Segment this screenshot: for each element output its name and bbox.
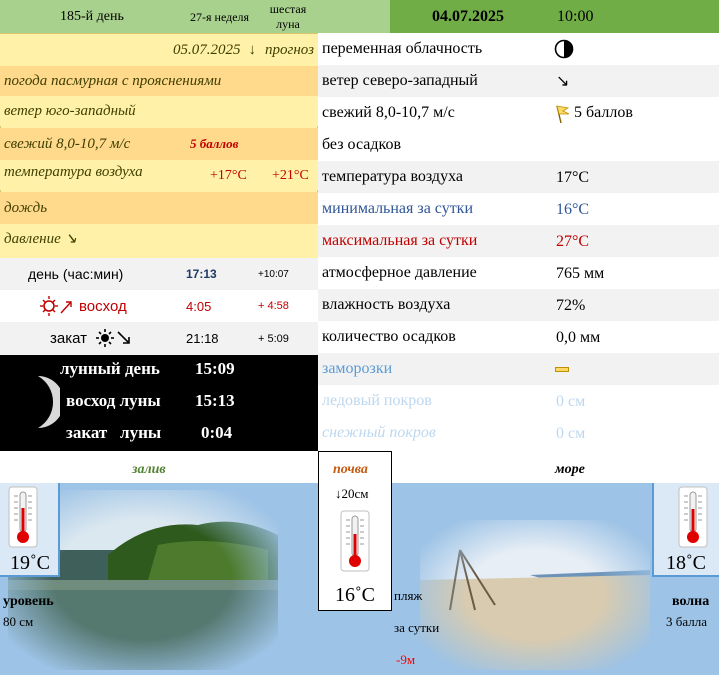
bay-label: залив: [132, 462, 166, 477]
moonset-value: 0:04: [201, 423, 233, 442]
moon-phase: шестая луна: [269, 2, 307, 31]
sunset-time: 21:18: [186, 331, 219, 346]
beach-period: за сутки: [394, 620, 440, 635]
forecast-temp-row: температура воздуха: [0, 160, 318, 190]
forecast-temp-low: +17°С: [210, 168, 247, 183]
sunrise-delta: + 4:58: [258, 300, 289, 312]
soil-thermometer-icon: [340, 510, 370, 577]
sunrise-icon: [40, 294, 74, 319]
current-row-wind-strength: свежий 8,0-10,7 м/с 5 баллов: [318, 97, 719, 129]
moonrise-value: 15:13: [195, 391, 235, 410]
forecast-wind-strength-row: свежий 8,0-10,7 м/с: [0, 128, 318, 160]
current-row-max: максимальная за сутки 27°С: [318, 225, 719, 257]
forecast-wind-score: 5 баллов: [190, 136, 239, 151]
wind-score-value: 5 баллов: [574, 104, 633, 121]
flag-icon: [554, 104, 572, 129]
moonrise-label: восход луны: [66, 391, 161, 410]
beach-label: пляж: [394, 588, 423, 603]
sunset-icon: [95, 326, 133, 353]
forecast-weather: погода пасмурная с прояснениями: [0, 66, 318, 96]
sunrise-row: восход 4:05 + 4:58: [0, 290, 318, 322]
sunrise-label: восход: [79, 297, 127, 315]
current-row-min: минимальная за сутки 16°С: [318, 193, 719, 225]
current-row-temp: температура воздуха 17°С: [318, 161, 719, 193]
current-row-pressure: атмосферное давление 765 мм: [318, 257, 719, 289]
current-row-rainfall: количество осадков 0,0 мм: [318, 321, 719, 353]
current-row-humidity: влажность воздуха 72%: [318, 289, 719, 321]
beach-photo: [420, 520, 650, 670]
current-row-cloud: переменная облачность: [318, 33, 719, 65]
forecast-wind: ветер юго-западный: [0, 96, 318, 126]
wind-strength-label: свежий 8,0-10,7 м/с: [322, 104, 455, 121]
sunrise-time: 4:05: [186, 298, 212, 314]
forecast-date: 05.07.2025: [173, 41, 241, 58]
bay-thermometer-icon: [8, 486, 38, 553]
current-row-frost: заморозки: [318, 353, 719, 385]
sea-thermometer-icon: [678, 486, 708, 553]
moonset-label: закат луны: [66, 423, 162, 442]
ice-value: 0 см: [556, 393, 586, 410]
pressure-label: атмосферное давление: [322, 264, 477, 281]
humidity-label: влажность воздуха: [322, 296, 451, 313]
moon-day-value: 15:09: [195, 359, 235, 378]
cloud-label: переменная облачность: [322, 40, 483, 57]
sea-label: море: [555, 462, 585, 477]
forecast-temp-high: +21°С: [272, 168, 309, 183]
sunset-row: закат 21:18 + 5:09: [0, 322, 318, 355]
beach-change: -9м: [396, 652, 416, 667]
soil-depth: ↓20см: [335, 486, 369, 501]
wind-direction-label: ветер северо-западный: [322, 72, 478, 89]
temp-label: температура воздуха: [322, 168, 463, 185]
rainfall-value: 0,0 мм: [556, 329, 601, 346]
soil-label: почва: [333, 462, 368, 477]
wave-value: 3 балла: [666, 614, 707, 629]
soil-temp-value: 16˚С: [335, 584, 375, 606]
current-row-precip: без осадков: [318, 129, 719, 161]
pressure-value: 765 мм: [556, 265, 605, 282]
humidity-value: 72%: [556, 297, 586, 314]
sunset-label: закат: [50, 330, 87, 347]
down-arrow-icon: ↓: [248, 41, 257, 58]
day-length-row: день (час:мин) 17:13 +10:07: [0, 258, 318, 290]
forecast-precip: дождь: [0, 192, 318, 224]
forecast-wind-strength: свежий 8,0-10,7 м/с: [4, 135, 131, 152]
max-temp-label: максимальная за сутки: [322, 232, 478, 249]
rainfall-label: количество осадков: [322, 328, 456, 345]
wave-label: волна: [672, 594, 710, 609]
day-length-label: день (час:мин): [28, 266, 124, 282]
wind-arrow-icon: ↘: [556, 73, 570, 90]
level-label: уровень: [3, 594, 54, 609]
sunset-delta: + 5:09: [258, 332, 289, 345]
crescent-moon-icon: [30, 372, 64, 437]
forecast-label: прогноз: [265, 42, 314, 58]
forecast-temp-label: температура воздуха: [4, 164, 143, 180]
current-time: 10:00: [557, 8, 594, 25]
current-row-ice: ледовый покров 0 см: [318, 385, 719, 417]
snow-value: 0 см: [556, 425, 586, 442]
day-of-year: 185-й день: [60, 9, 124, 24]
frost-label: заморозки: [322, 360, 393, 377]
current-row-wind: ветер северо-западный ↘: [318, 65, 719, 97]
snow-label: снежный покров: [322, 424, 436, 441]
temp-value: 17°С: [556, 169, 590, 186]
min-temp-label: минимальная за сутки: [322, 200, 474, 217]
min-temp-value: 16°С: [556, 201, 590, 218]
sea-temp-value: 18˚С: [666, 552, 706, 574]
week-number: 27-я неделя: [190, 10, 250, 24]
level-value: 80 см: [3, 614, 34, 629]
current-date: 04.07.2025: [432, 8, 504, 25]
day-length-delta: +10:07: [258, 268, 289, 280]
ice-label: ледовый покров: [322, 392, 432, 409]
precip-label: без осадков: [322, 136, 401, 153]
bay-temp-value: 19˚С: [10, 552, 50, 574]
current-row-snow: снежный покров 0 см: [318, 417, 719, 449]
max-temp-value: 27°С: [556, 233, 590, 250]
day-length-value: 17:13: [186, 267, 217, 281]
frost-indicator-icon: [555, 367, 569, 372]
half-moon-cloud-icon: [554, 39, 574, 64]
moon-day-label: лунный день: [60, 359, 160, 378]
forecast-pressure: давление ↘: [0, 224, 318, 252]
